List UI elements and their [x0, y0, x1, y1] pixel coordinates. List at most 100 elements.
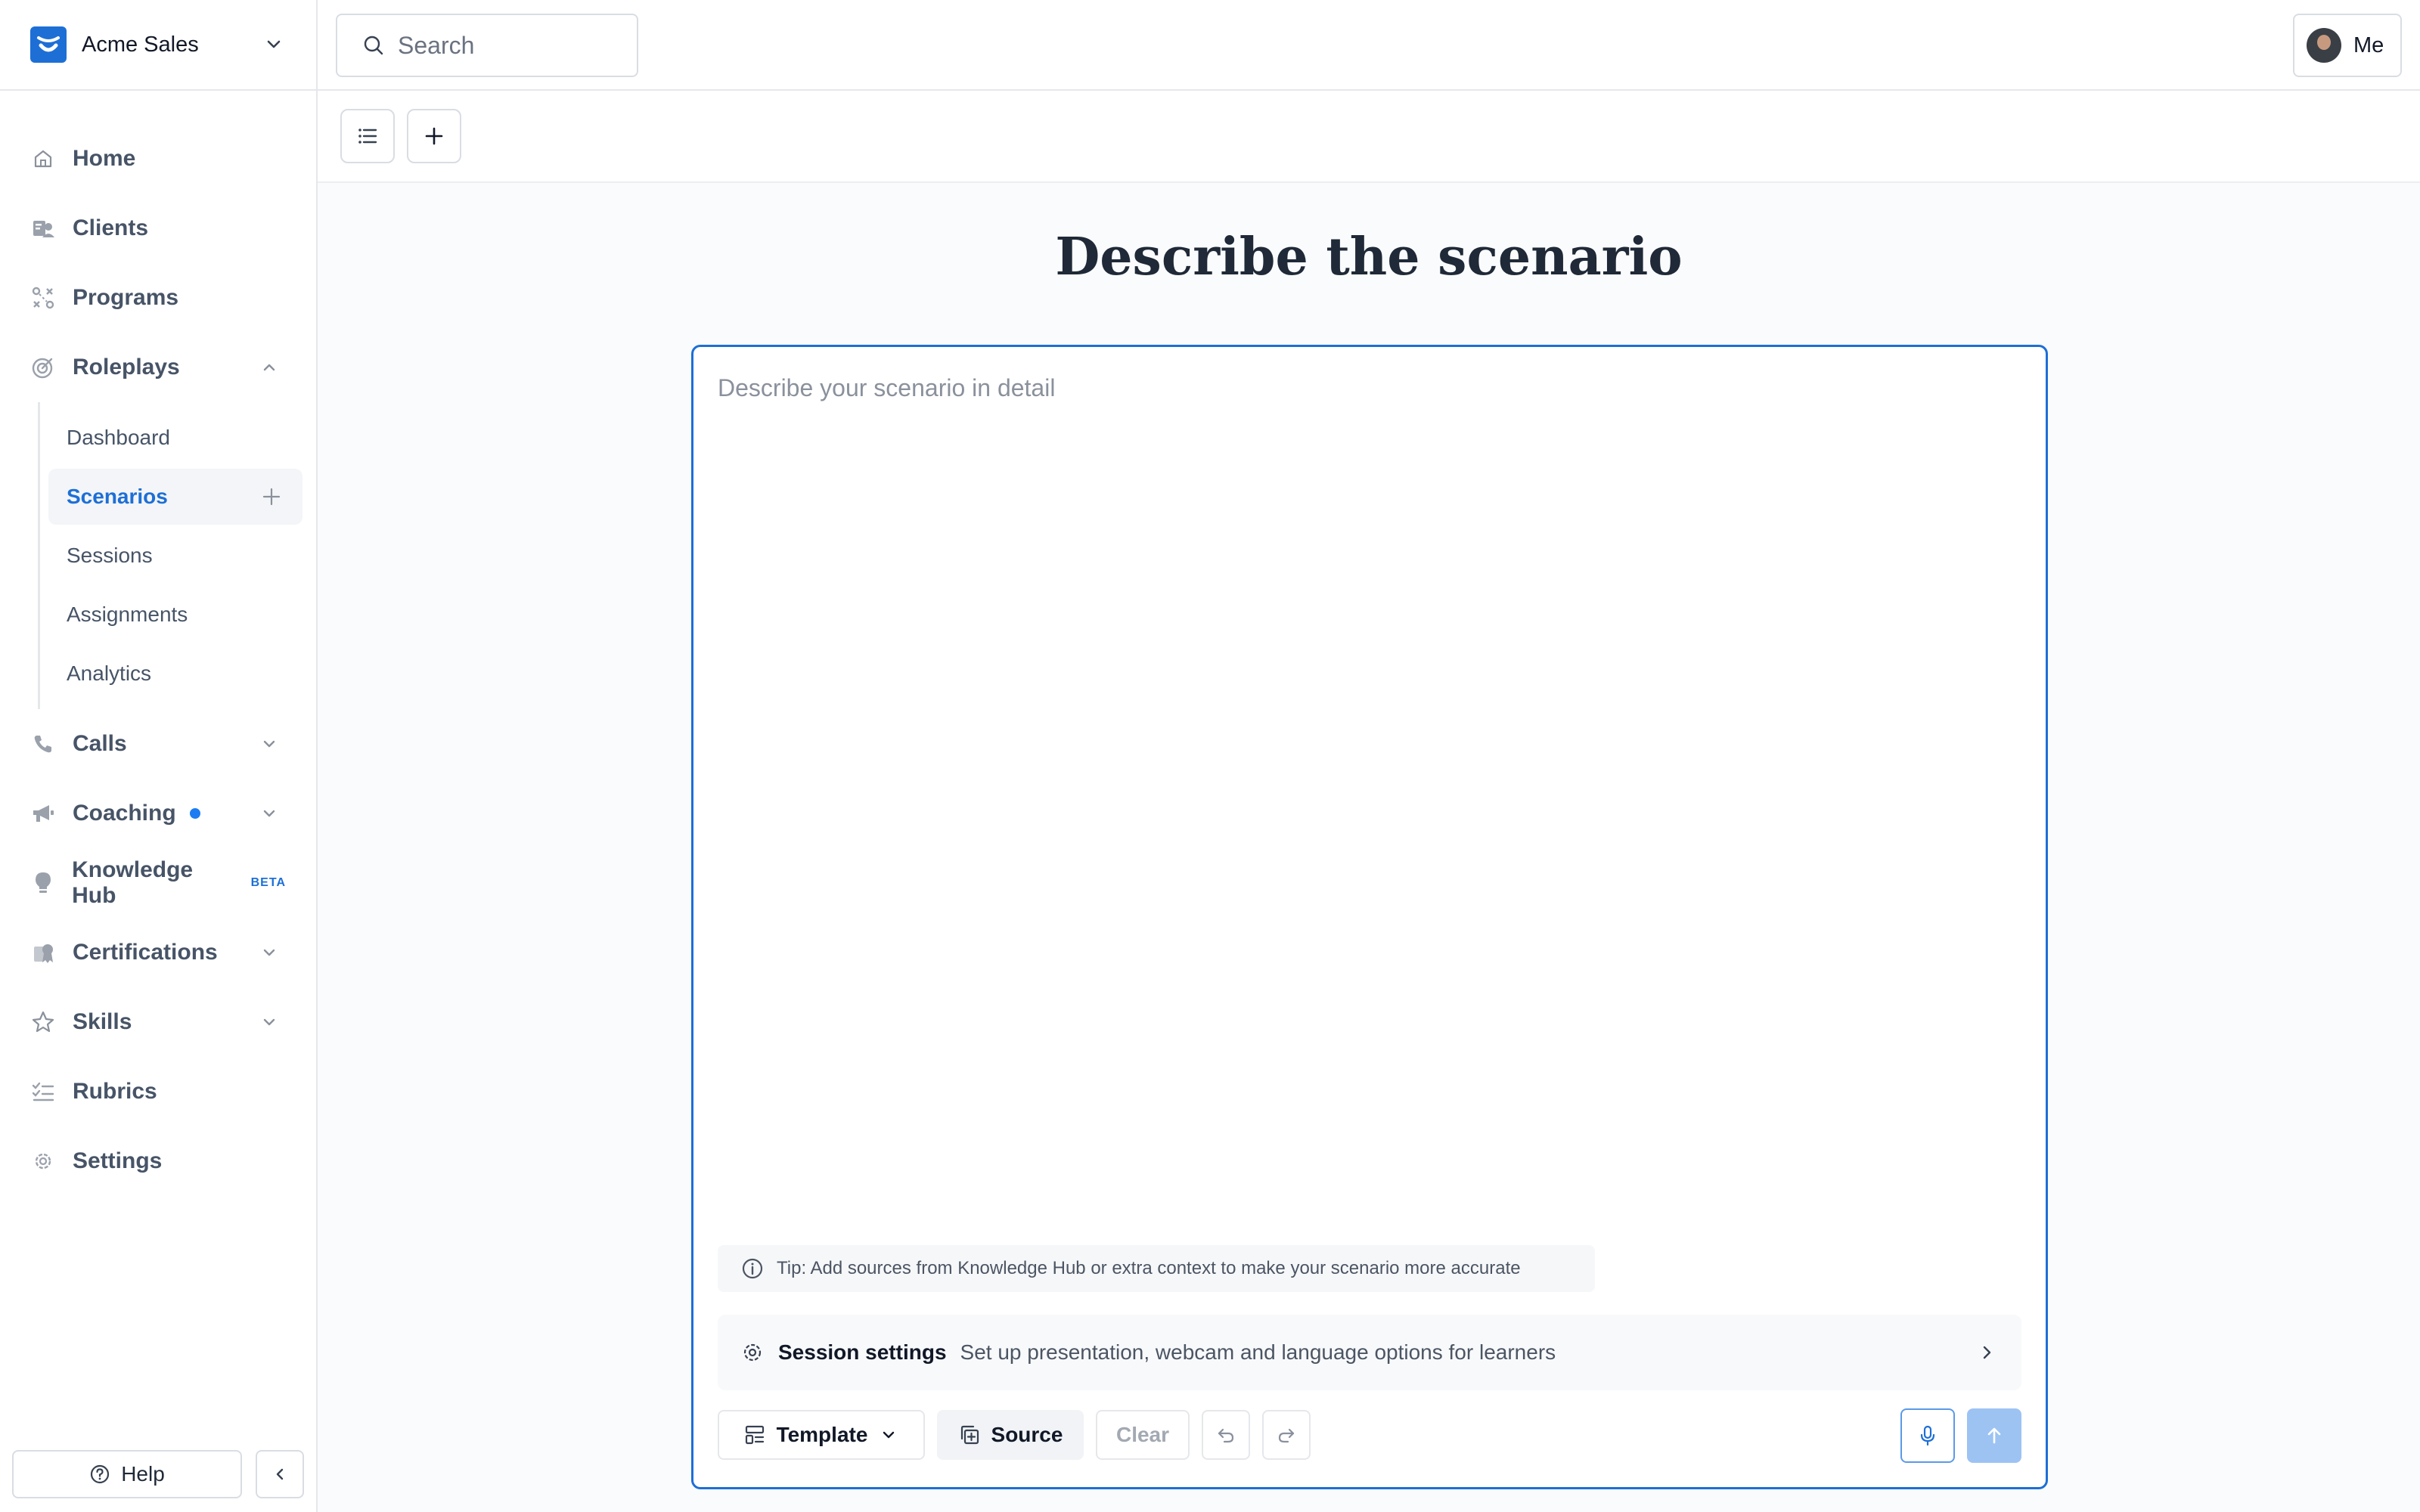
help-label: Help [121, 1462, 165, 1486]
search-box[interactable] [336, 14, 638, 77]
sidebar-subitem-scenarios[interactable]: Scenarios [48, 469, 302, 525]
collapse-sidebar-button[interactable] [256, 1450, 304, 1498]
programs-icon [30, 285, 56, 311]
org-logo-icon [30, 26, 67, 63]
home-icon [30, 146, 56, 172]
copy-add-icon [960, 1425, 979, 1445]
org-switcher[interactable]: Acme Sales [0, 0, 316, 91]
list-icon [358, 129, 377, 144]
target-icon [30, 355, 56, 380]
sidebar-item-knowledge-hub[interactable]: Knowledge Hub BETA [0, 848, 316, 918]
undo-icon [1218, 1428, 1234, 1443]
sidebar-footer: Help [12, 1450, 304, 1498]
sidebar-item-label: Calls [73, 731, 127, 756]
main-content: Me Describe the scenario Tip: Add source… [318, 0, 2420, 1512]
chevron-down-icon[interactable] [257, 940, 281, 965]
session-settings-row[interactable]: Session settings Set up presentation, we… [718, 1315, 2021, 1390]
sidebar-item-rubrics[interactable]: Rubrics [0, 1057, 316, 1126]
help-circle-icon [91, 1464, 110, 1484]
search-icon [364, 36, 383, 55]
tip-banner: Tip: Add sources from Knowledge Hub or e… [718, 1245, 1595, 1292]
sidebar-nav: Home Clients Programs Roleplays Dashboar… [0, 91, 316, 1196]
sidebar-item-label: Roleplays [73, 355, 180, 380]
sidebar-item-programs[interactable]: Programs [0, 263, 316, 333]
user-menu-button[interactable]: Me [2293, 14, 2402, 77]
top-bar: Me [318, 0, 2420, 91]
gear-icon [743, 1343, 762, 1362]
sidebar-item-label: Home [73, 146, 136, 171]
sidebar-item-label: Settings [73, 1148, 163, 1173]
chevron-right-icon [1983, 1346, 1991, 1359]
session-settings-title: Session settings [778, 1340, 947, 1364]
avatar [2307, 28, 2341, 63]
notification-dot [189, 808, 200, 819]
sidebar-subitem-dashboard[interactable]: Dashboard [48, 410, 302, 466]
sidebar-item-label: Coaching [73, 801, 176, 826]
sidebar-item-settings[interactable]: Settings [0, 1126, 316, 1196]
send-button[interactable] [1967, 1408, 2021, 1463]
session-settings-description: Set up presentation, webcam and language… [960, 1340, 1556, 1364]
gear-icon [30, 1148, 56, 1174]
sidebar-subitem-assignments[interactable]: Assignments [48, 587, 302, 643]
sidebar-item-calls[interactable]: Calls [0, 709, 316, 779]
roleplays-subnav: Dashboard Scenarios Sessions Assignments… [38, 402, 316, 709]
template-label: Template [776, 1423, 868, 1446]
arrow-up-icon [1987, 1427, 2001, 1444]
chevron-down-icon[interactable] [257, 732, 281, 756]
microphone-icon [1920, 1425, 1935, 1446]
add-button[interactable] [407, 109, 461, 163]
user-label: Me [2353, 33, 2384, 57]
list-view-button[interactable] [340, 109, 395, 163]
chevron-left-icon [276, 1468, 284, 1480]
sidebar-item-label: Programs [73, 285, 179, 310]
plus-icon[interactable] [260, 485, 283, 508]
sidebar: Acme Sales Home Clients Programs Rolepla… [0, 0, 318, 1512]
sidebar-subitem-sessions[interactable]: Sessions [48, 528, 302, 584]
sidebar-item-skills[interactable]: Skills [0, 987, 316, 1057]
sidebar-item-label: Knowledge Hub [72, 857, 194, 908]
tip-text: Tip: Add sources from Knowledge Hub or e… [777, 1258, 1521, 1278]
lightbulb-icon [30, 870, 55, 896]
search-input[interactable] [398, 31, 625, 60]
certificate-icon [30, 940, 56, 965]
redo-button[interactable] [1262, 1410, 1311, 1460]
clients-icon [30, 215, 56, 241]
sidebar-subitem-label: Sessions [67, 544, 153, 567]
checklist-icon [30, 1079, 56, 1105]
sidebar-item-clients[interactable]: Clients [0, 194, 316, 263]
sidebar-subitem-label: Scenarios [67, 485, 168, 508]
page-toolbar [318, 91, 2420, 183]
page-title: Describe the scenario [1055, 227, 1683, 287]
editor-actions: Template Source Clear [718, 1408, 2021, 1463]
sidebar-item-coaching[interactable]: Coaching [0, 779, 316, 848]
template-dropdown-button[interactable]: Template [718, 1410, 925, 1460]
info-icon [742, 1258, 763, 1279]
chevron-down-icon[interactable] [257, 1010, 281, 1034]
sidebar-item-label: Clients [73, 215, 149, 240]
scenario-textarea[interactable] [718, 374, 2018, 1236]
undo-button[interactable] [1202, 1410, 1250, 1460]
chevron-down-icon[interactable] [257, 801, 281, 826]
beta-badge: BETA [250, 876, 286, 889]
app-root: Acme Sales Home Clients Programs Rolepla… [0, 0, 2420, 1512]
redo-icon [1278, 1428, 1295, 1443]
sidebar-item-label: Rubrics [73, 1079, 157, 1104]
chevron-down-icon [267, 40, 281, 48]
help-button[interactable]: Help [12, 1450, 242, 1498]
sidebar-item-label: Certifications [73, 940, 218, 965]
sidebar-item-roleplays[interactable]: Roleplays [0, 333, 316, 402]
sidebar-subitem-analytics[interactable]: Analytics [48, 646, 302, 702]
megaphone-icon [30, 801, 56, 826]
microphone-button[interactable] [1900, 1408, 1955, 1463]
source-button[interactable]: Source [937, 1410, 1084, 1460]
sidebar-item-certifications[interactable]: Certifications [0, 918, 316, 987]
plus-icon [425, 127, 443, 145]
source-label: Source [991, 1423, 1063, 1446]
sidebar-subitem-label: Dashboard [67, 426, 170, 449]
chevron-down-icon [883, 1431, 895, 1439]
template-icon [745, 1425, 764, 1445]
sidebar-subitem-label: Analytics [67, 662, 152, 685]
chevron-up-icon[interactable] [257, 355, 281, 380]
clear-button[interactable]: Clear [1096, 1410, 1190, 1460]
sidebar-item-home[interactable]: Home [0, 124, 316, 194]
